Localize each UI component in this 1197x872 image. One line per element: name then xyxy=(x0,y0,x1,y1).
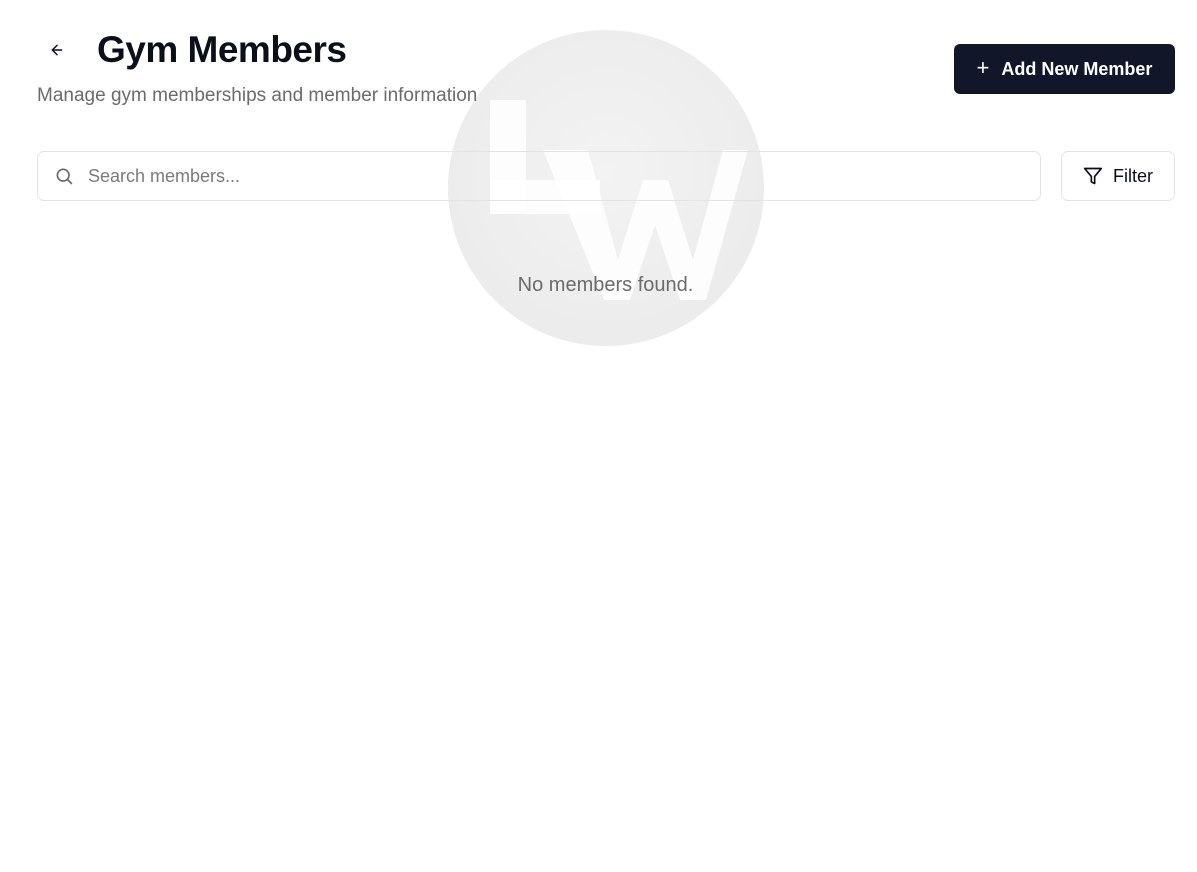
page-title: Gym Members xyxy=(97,29,347,70)
arrow-left-icon xyxy=(51,44,63,56)
search-box xyxy=(37,151,1041,201)
gym-members-page: Gym Members Manage gym memberships and m… xyxy=(0,0,1197,872)
search-icon xyxy=(56,168,73,185)
page-header: Gym Members Manage gym memberships and m… xyxy=(37,28,1175,118)
add-member-label: Add New Member xyxy=(1001,58,1153,79)
plus-icon: + xyxy=(976,55,990,80)
search-input[interactable] xyxy=(88,152,1028,200)
page-subtitle: Manage gym memberships and member inform… xyxy=(37,85,478,106)
add-member-button[interactable]: + Add New Member xyxy=(954,44,1175,94)
filter-label: Filter xyxy=(1113,165,1153,186)
filter-button[interactable]: Filter xyxy=(1061,151,1175,201)
back-button[interactable] xyxy=(43,37,71,63)
empty-state-message: No members found. xyxy=(517,274,694,296)
filter-icon xyxy=(1083,167,1103,185)
